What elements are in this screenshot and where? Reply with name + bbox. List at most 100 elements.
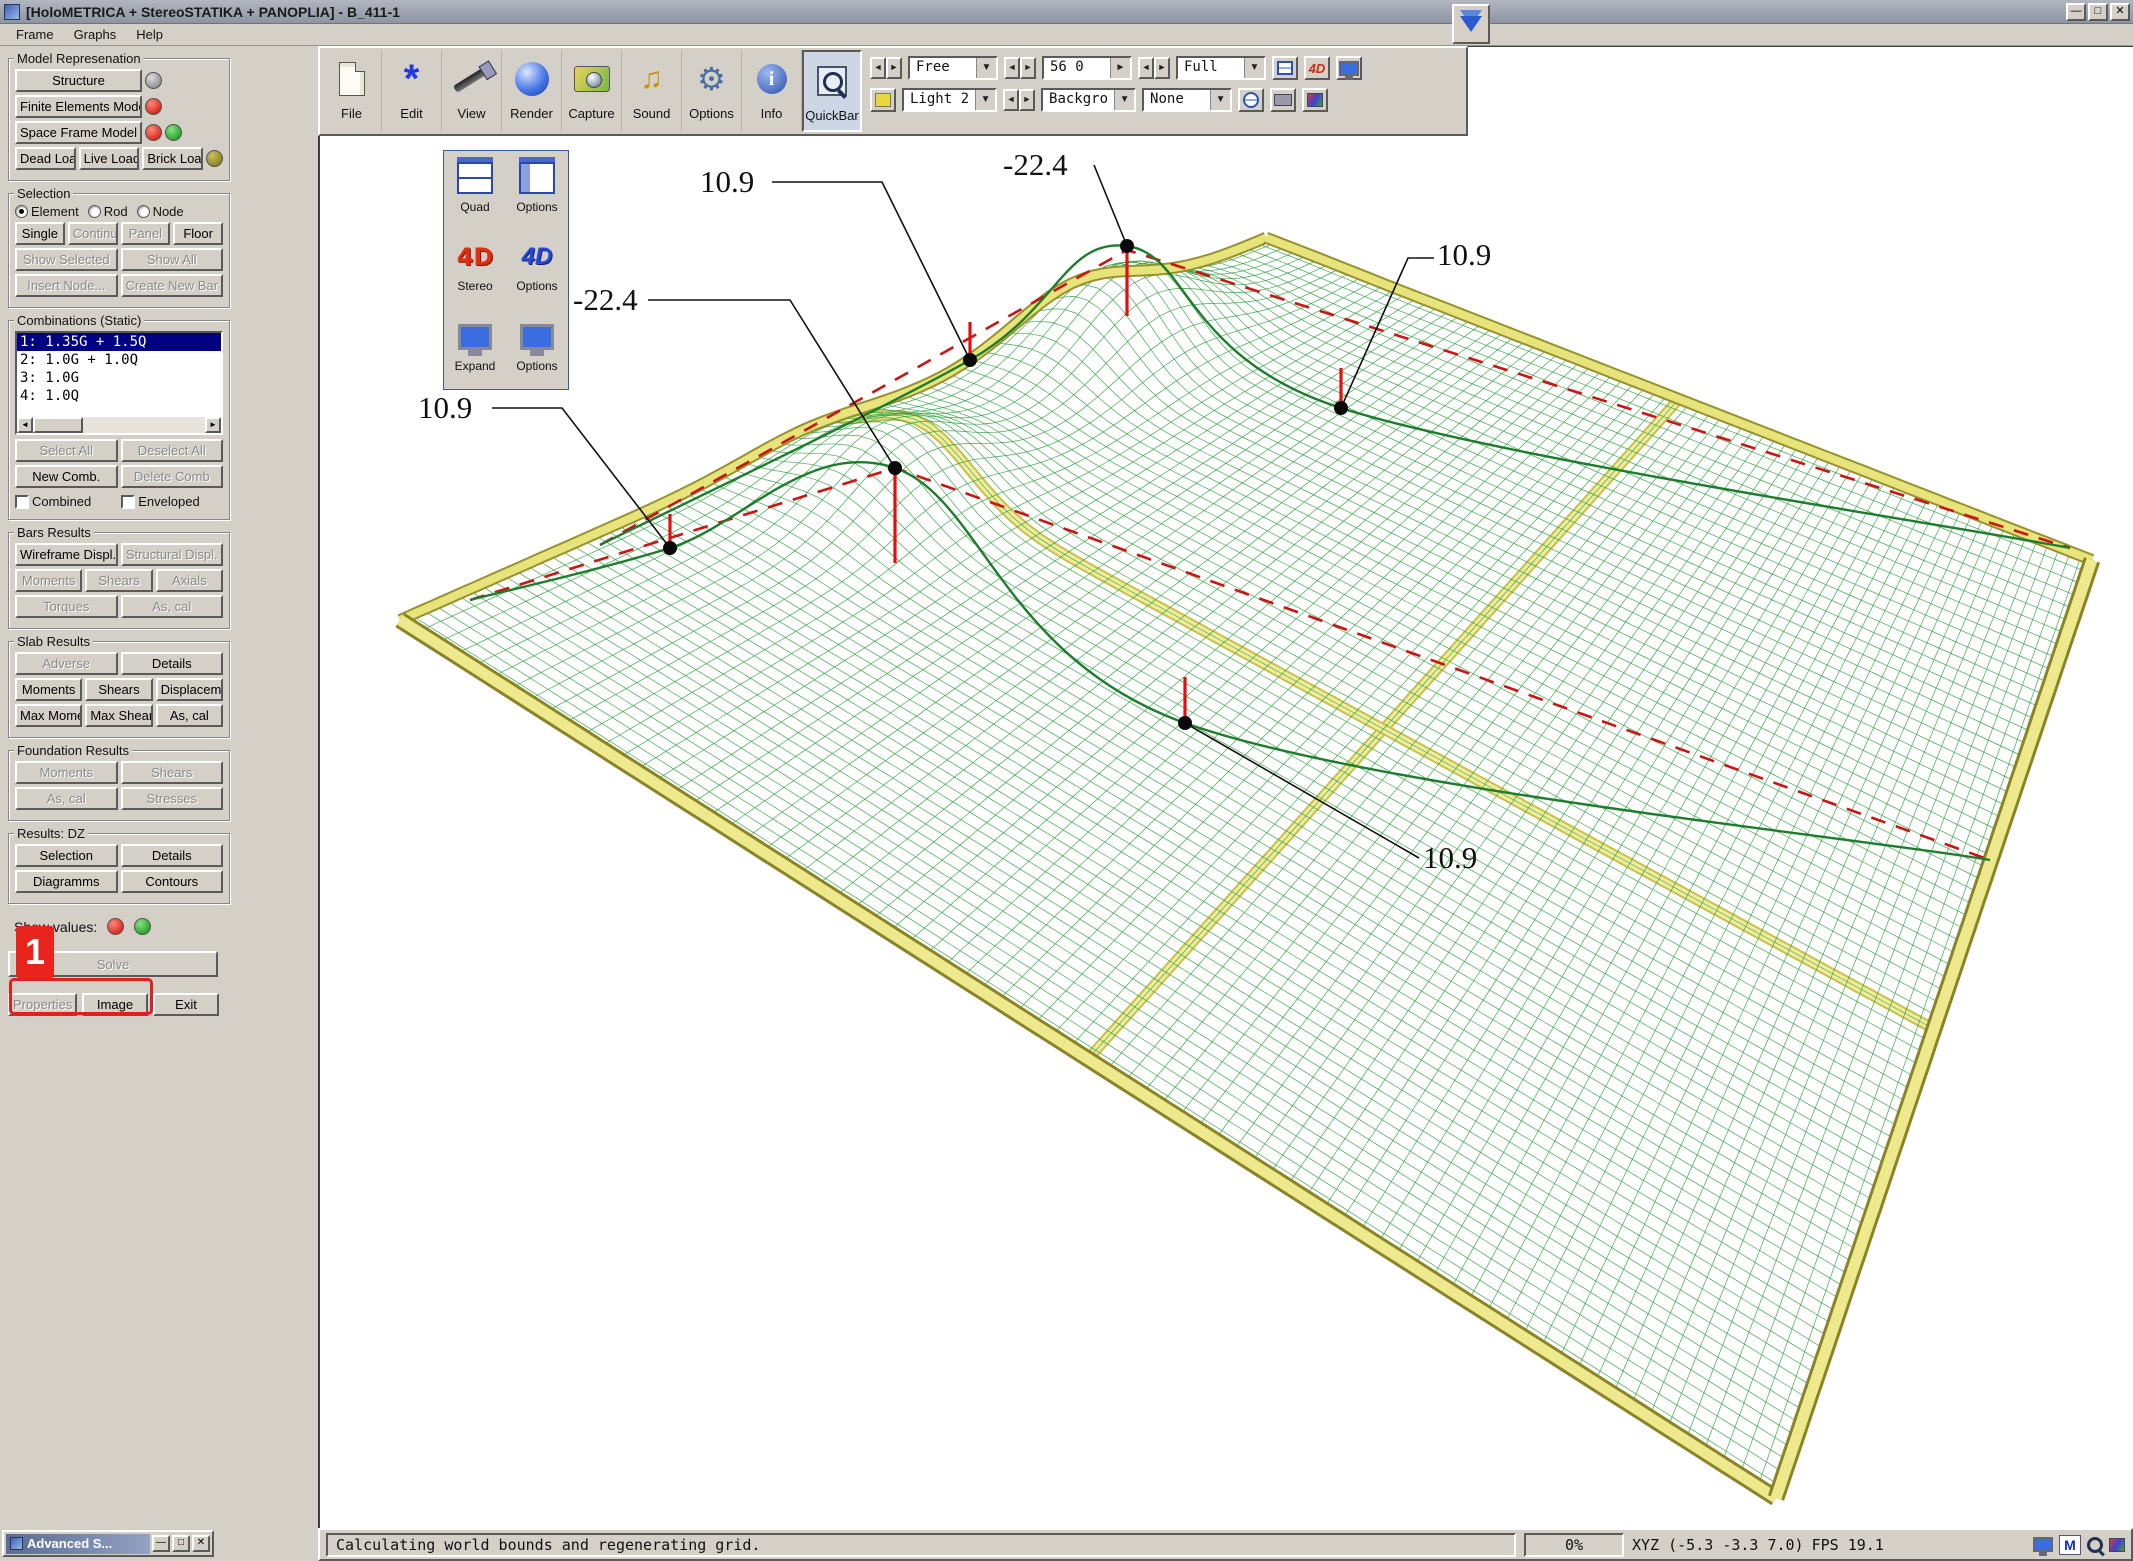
enveloped-checkbox[interactable]	[121, 495, 135, 509]
mini-minimize-button[interactable]: —	[152, 1535, 170, 1552]
spin-left-icon[interactable]: ◄	[870, 57, 886, 79]
sound-button[interactable]: ♫ Sound	[622, 50, 682, 132]
radio-element[interactable]	[15, 205, 28, 218]
frame-spinner[interactable]: ◄ ►	[1004, 57, 1036, 79]
quickbar-button[interactable]: QuickBar	[802, 50, 862, 132]
snapshot-button[interactable]	[1270, 88, 1296, 112]
spin-right-icon[interactable]: ►	[1020, 57, 1036, 79]
dz-details-button[interactable]: Details	[121, 844, 224, 867]
stereo-options-tool[interactable]: 4D Options	[506, 230, 568, 309]
chevron-down-icon[interactable]: ▼	[1210, 90, 1230, 110]
stresses-button[interactable]: Stresses	[121, 787, 224, 810]
torques-button[interactable]: Torques	[15, 595, 118, 618]
slab-as-cal-button[interactable]: As, cal	[156, 704, 223, 727]
edit-button[interactable]: * Edit	[382, 50, 442, 132]
bars-axials-button[interactable]: Axials	[156, 569, 223, 592]
finite-elements-button[interactable]: Finite Elements Model	[15, 95, 142, 118]
deselect-all-button[interactable]: Deselect All	[121, 439, 224, 462]
quad-tool[interactable]: Quad	[444, 151, 506, 230]
maximize-button[interactable]: □	[2088, 3, 2108, 21]
view-mode-combo[interactable]: Free ▼	[908, 56, 998, 80]
list-item[interactable]: 2: 1.0G + 1.0Q	[17, 351, 221, 369]
spin-right-icon[interactable]: ►	[886, 57, 902, 79]
adverse-button[interactable]: Adverse	[15, 652, 118, 675]
horizontal-scrollbar[interactable]: ◄ ►	[17, 417, 221, 433]
selection-button[interactable]: Selection	[15, 844, 118, 867]
slab-shears-button[interactable]: Shears	[85, 678, 152, 701]
detail-combo[interactable]: Full ▼	[1176, 56, 1266, 80]
bars-moments-button[interactable]: Moments	[15, 569, 82, 592]
panel-button[interactable]: Panel	[121, 222, 171, 245]
collapse-toolbar-button[interactable]	[1452, 4, 1490, 44]
zoom-icon[interactable]	[2087, 1537, 2103, 1553]
select-all-button[interactable]: Select All	[15, 439, 118, 462]
spin-right-icon[interactable]: ►	[1154, 57, 1170, 79]
spin-left-icon[interactable]: ◄	[1138, 57, 1154, 79]
globe-button[interactable]	[1238, 88, 1264, 112]
single-button[interactable]: Single	[15, 222, 65, 245]
max-shears-button[interactable]: Max Shears	[85, 704, 152, 727]
menu-help[interactable]: Help	[128, 25, 171, 44]
show-values-red-indicator[interactable]	[107, 918, 124, 935]
show-values-green-indicator[interactable]	[134, 918, 151, 935]
file-button[interactable]: File	[322, 50, 382, 132]
bars-shears-button[interactable]: Shears	[85, 569, 152, 592]
exit-button[interactable]: Exit	[153, 993, 219, 1016]
list-item[interactable]: 1: 1.35G + 1.5Q	[17, 333, 221, 351]
spin-left-icon[interactable]: ◄	[1003, 89, 1019, 111]
background-spinner[interactable]: ◄ ►	[1003, 89, 1035, 111]
advanced-mini-window[interactable]: Advanced S... — □ ✕	[2, 1530, 214, 1557]
title-bar[interactable]: [HoloMETRICA + StereoSTATIKA + PANOPLIA]…	[0, 0, 2133, 24]
display-icon[interactable]	[2033, 1537, 2053, 1552]
structural-displ-button[interactable]: Structural Displ.	[121, 543, 224, 566]
capture-button[interactable]: Capture	[562, 50, 622, 132]
grid-toggle-button[interactable]	[1272, 56, 1298, 80]
new-comb-button[interactable]: New Comb.	[15, 465, 118, 488]
4d-toggle-button[interactable]: 4D	[1304, 56, 1330, 80]
scroll-thumb[interactable]	[33, 417, 83, 433]
list-item[interactable]: 4: 1.0Q	[17, 387, 221, 405]
scroll-left-icon[interactable]: ◄	[17, 417, 33, 433]
chevron-down-icon[interactable]: ▼	[1244, 58, 1264, 78]
radio-node[interactable]	[137, 205, 150, 218]
play-icon[interactable]: ►	[1110, 58, 1130, 78]
list-item[interactable]: 3: 1.0G	[17, 369, 221, 387]
show-all-button[interactable]: Show All	[121, 248, 224, 271]
contours-button[interactable]: Contours	[121, 870, 224, 893]
foundation-moments-button[interactable]: Moments	[15, 761, 118, 784]
frame-value-field[interactable]: 56 0 ►	[1042, 56, 1132, 80]
light-combo[interactable]: Light 2 ▼	[902, 88, 997, 112]
foundation-as-cal-button[interactable]: As, cal	[15, 787, 118, 810]
menu-graphs[interactable]: Graphs	[66, 25, 125, 44]
combined-checkbox[interactable]	[15, 495, 29, 509]
monitor-toggle-button[interactable]	[1336, 56, 1362, 80]
show-selected-button[interactable]: Show Selected	[15, 248, 118, 271]
paint-icon[interactable]	[2109, 1538, 2125, 1552]
wireframe-displ-button[interactable]: Wireframe Displ.	[15, 543, 118, 566]
combinations-list[interactable]: 1: 1.35G + 1.5Q 2: 1.0G + 1.0Q 3: 1.0G 4…	[15, 331, 223, 435]
dead-loads-button[interactable]: Dead Loads	[15, 147, 76, 170]
chevron-down-icon[interactable]: ▼	[1114, 90, 1134, 110]
paint-button[interactable]	[1302, 88, 1328, 112]
diagramms-button[interactable]: Diagramms	[15, 870, 118, 893]
scroll-right-icon[interactable]: ►	[205, 417, 221, 433]
options-button[interactable]: ⚙ Options	[682, 50, 742, 132]
view-mode-spinner[interactable]: ◄ ►	[870, 57, 902, 79]
background-combo[interactable]: Backgro ▼	[1041, 88, 1136, 112]
spin-left-icon[interactable]: ◄	[1004, 57, 1020, 79]
menu-frame[interactable]: Frame	[8, 25, 62, 44]
3d-viewport[interactable]	[318, 46, 2133, 1528]
bars-as-cal-button[interactable]: As, cal	[121, 595, 224, 618]
expand-options-tool[interactable]: Options	[506, 310, 568, 389]
structure-button[interactable]: Structure	[15, 69, 142, 92]
quad-options-tool[interactable]: Options	[506, 151, 568, 230]
displacements-button[interactable]: Displacements	[156, 678, 223, 701]
slab-moments-button[interactable]: Moments	[15, 678, 82, 701]
space-frame-button[interactable]: Space Frame Model	[15, 121, 142, 144]
overlay-combo[interactable]: None ▼	[1142, 88, 1232, 112]
info-button[interactable]: i Info	[742, 50, 802, 132]
render-button[interactable]: Render	[502, 50, 562, 132]
detail-spinner[interactable]: ◄ ►	[1138, 57, 1170, 79]
delete-comb-button[interactable]: Delete Comb	[121, 465, 224, 488]
chevron-down-icon[interactable]: ▼	[975, 90, 995, 110]
